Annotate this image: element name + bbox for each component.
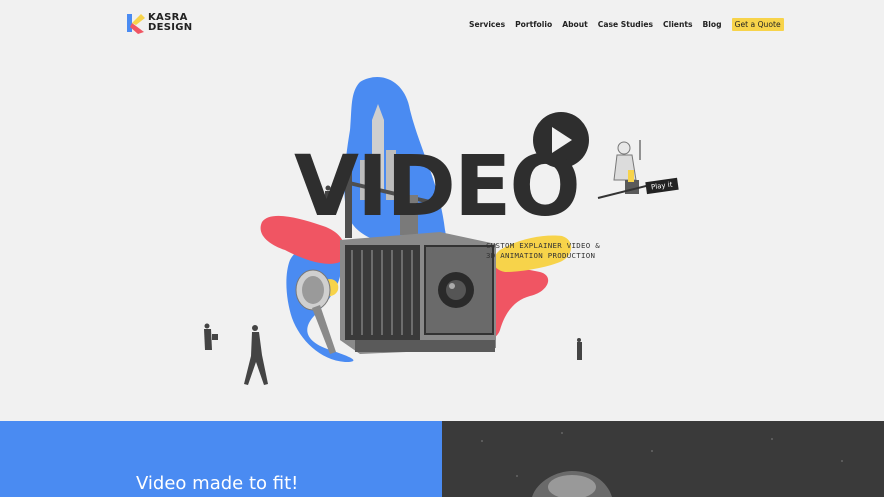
video-photo-panel [442,421,884,497]
astronaut-photo [442,421,884,497]
camera-image [340,232,496,354]
nav-clients[interactable]: Clients [663,20,693,29]
hero-title: VIDEO [294,137,581,235]
nav-services[interactable]: Services [469,20,505,29]
nav-about[interactable]: About [562,20,588,29]
hero-subtitle: CUSTOM EXPLAINER VIDEO & 3D ANIMATION PR… [486,241,600,261]
hero-subtitle-line-1: CUSTOM EXPLAINER VIDEO & [486,241,600,250]
nav-blog[interactable]: Blog [703,20,722,29]
hero-section: VIDEO CUSTOM EXPLAINER VIDEO & 3D ANIMAT… [0,48,884,421]
site-header: KASRA DESIGN Services Portfolio About Ca… [0,0,884,48]
get-a-quote-button[interactable]: Get a Quote [731,18,784,31]
hero-subtitle-line-2: 3D ANIMATION PRODUCTION [486,251,596,260]
brand-logo[interactable]: KASRA DESIGN [124,11,194,37]
nav-case-studies[interactable]: Case Studies [598,20,653,29]
brand-line-2: DESIGN [148,22,193,33]
main-nav: Services Portfolio About Case Studies Cl… [469,18,784,31]
logo-icon [127,14,145,34]
section-title: Video made to fit! [136,473,299,494]
nav-portfolio[interactable]: Portfolio [515,20,552,29]
brand-name: KASRA DESIGN [148,13,192,33]
